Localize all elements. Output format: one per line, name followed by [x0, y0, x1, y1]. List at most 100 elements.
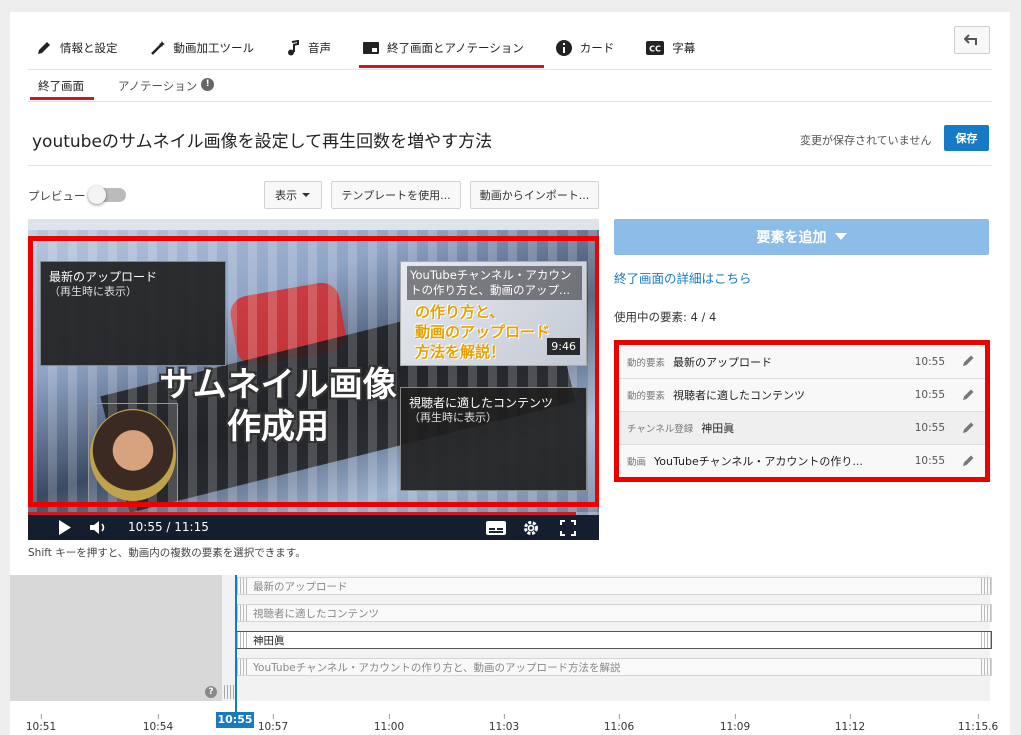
timeline-track[interactable]: 視聴者に適したコンテンツ: [236, 604, 992, 622]
track-label: 神田眞: [253, 634, 285, 647]
tab-info-settings[interactable]: 情報と設定: [34, 30, 132, 66]
track-end-handle[interactable]: [981, 605, 991, 621]
help-icon[interactable]: ?: [205, 686, 217, 698]
unsaved-status: 変更が保存されていません: [800, 134, 932, 147]
ruler-tick: 11:09: [719, 714, 751, 733]
track-start-handle[interactable]: [237, 578, 247, 594]
ruler-tick: 11:03: [488, 714, 520, 733]
ruler-tick: 10:51: [25, 714, 57, 733]
element-title: 視聴者に適したコンテンツ: [409, 396, 554, 410]
timeline-track[interactable]: 最新のアップロード: [236, 577, 992, 595]
tab-audio[interactable]: 音声: [284, 30, 345, 66]
fullscreen-icon[interactable]: [560, 520, 576, 536]
time-ruler: 10:51 10:54 10:57 11:00 11:03 11:06 11:0…: [10, 705, 1010, 735]
play-icon[interactable]: [58, 520, 72, 535]
end-screen-element-subscribe[interactable]: [88, 403, 178, 503]
end-screen-details-link[interactable]: 終了画面の詳細はこちら: [614, 268, 752, 287]
playhead[interactable]: [235, 575, 237, 715]
timeline-track-selected[interactable]: 神田眞: [236, 631, 992, 649]
info-icon: [555, 40, 572, 56]
volume-icon[interactable]: [90, 520, 108, 535]
subtab-annotations[interactable]: アノテーション !: [108, 74, 224, 100]
video-player[interactable]: サムネイル画像 作成用 最新のアップロード （再生時に表示） YouTubeチャ…: [28, 219, 599, 540]
end-screen-element-viewer-content[interactable]: 視聴者に適したコンテンツ （再生時に表示）: [400, 387, 587, 491]
back-arrow-icon: [964, 34, 977, 45]
screen-capture-browser-bar: [28, 219, 599, 230]
track-label: YouTubeチャンネル・アカウントの作り方と、動画のアップロード方法を解説: [253, 661, 621, 674]
current-time-badge: 10:55: [216, 712, 254, 728]
track-start-handle[interactable]: [237, 659, 247, 675]
add-element-label: 要素を追加: [756, 230, 827, 246]
tab-enhancements[interactable]: 動画加工ツール: [148, 30, 269, 66]
edit-pencil-icon[interactable]: [962, 454, 975, 467]
tab-label: 音声: [308, 41, 331, 55]
element-type: 動画: [627, 457, 647, 468]
element-name: YouTubeチャンネル・アカウントの作り...: [654, 455, 863, 468]
gear-icon[interactable]: [523, 520, 539, 536]
track-start-handle[interactable]: [237, 605, 247, 621]
track-start-handle[interactable]: [237, 632, 247, 648]
add-element-button[interactable]: 要素を追加: [614, 219, 989, 255]
track-end-handle[interactable]: [981, 659, 991, 675]
ruler-tick: 11:15.6: [957, 714, 999, 733]
list-item[interactable]: 動的要素 視聴者に適したコンテンツ 10:55: [619, 378, 985, 411]
element-time: 10:55: [914, 355, 945, 368]
main-tabs: 情報と設定 動画加工ツール 音声 終了画面とアノテーション カード CC 字幕: [34, 30, 725, 68]
editor-panel: 情報と設定 動画加工ツール 音声 終了画面とアノテーション カード CC 字幕 …: [10, 12, 1010, 735]
list-item[interactable]: 動画 YouTubeチャンネル・アカウントの作り... 10:55: [619, 444, 985, 477]
element-title: 最新のアップロード: [49, 270, 158, 284]
save-button[interactable]: 保存: [944, 125, 989, 151]
timeline-gutter: [10, 575, 222, 701]
end-screen-element-latest-upload[interactable]: 最新のアップロード （再生時に表示）: [40, 261, 226, 366]
element-type: チャンネル登録: [627, 424, 694, 435]
time-display: 10:55 / 11:15: [128, 520, 209, 534]
subtab-end-screen[interactable]: 終了画面: [28, 74, 94, 100]
track-label: 視聴者に適したコンテンツ: [253, 607, 379, 620]
back-button[interactable]: [954, 26, 990, 54]
divider: [28, 69, 992, 70]
end-screen-element-video[interactable]: YouTubeチャンネル・アカウントの作り方と、動画のアップ... の作り方と、…: [400, 261, 587, 366]
thumbnail-caption-text: サムネイル画像 作成用: [159, 365, 397, 447]
tab-cards[interactable]: カード: [554, 30, 629, 66]
edit-pencil-icon[interactable]: [962, 421, 975, 434]
preview-label: プレビュー: [28, 189, 86, 203]
edit-pencil-icon[interactable]: [962, 388, 975, 401]
subtab-label: 終了画面: [38, 79, 84, 93]
list-item[interactable]: チャンネル登録 神田眞 10:55: [619, 411, 985, 444]
element-name: 神田眞: [701, 422, 735, 435]
ruler-tick: 10:57: [257, 714, 289, 733]
edit-pencil-icon[interactable]: [962, 354, 975, 367]
timeline-track[interactable]: YouTubeチャンネル・アカウントの作り方と、動画のアップロード方法を解説: [236, 658, 992, 676]
show-dropdown-button[interactable]: 表示: [264, 181, 322, 209]
progress-fill: [28, 512, 577, 515]
element-list: 動的要素 最新のアップロード 10:55 動的要素 視聴者に適したコンテンツ 1…: [614, 340, 990, 482]
element-subtitle: （再生時に表示）: [49, 285, 137, 298]
use-template-button[interactable]: テンプレートを使用...: [331, 181, 461, 209]
subtitles-icon[interactable]: [486, 521, 506, 535]
element-time: 10:55: [914, 422, 945, 434]
element-name: 視聴者に適したコンテンツ: [673, 389, 806, 402]
import-from-video-button[interactable]: 動画からインポート...: [470, 181, 599, 209]
tab-label: 情報と設定: [60, 41, 118, 55]
track-end-handle[interactable]: [981, 632, 991, 648]
element-type: 動的要素: [627, 357, 666, 369]
tab-end-screen-annotations[interactable]: 終了画面とアノテーション: [359, 30, 544, 68]
timeline-scroll-handle[interactable]: [224, 685, 234, 699]
tab-label: 終了画面とアノテーション: [387, 41, 524, 55]
track-end-handle[interactable]: [981, 578, 991, 594]
shift-hint: Shift キーを押すと、動画内の複数の要素を選択できます。: [28, 547, 306, 559]
video-title: youtubeのサムネイル画像を設定して再生回数を増やす方法: [32, 132, 493, 152]
svg-text:CC: CC: [649, 45, 661, 54]
element-name: 最新のアップロード: [673, 355, 773, 369]
tab-subtitles[interactable]: CC 字幕: [644, 30, 709, 66]
ruler-tick: 11:12: [834, 714, 866, 733]
subtab-label: アノテーション: [118, 79, 198, 93]
tab-label: 動画加工ツール: [173, 41, 255, 55]
element-time: 10:55: [914, 389, 945, 401]
element-type: 動的要素: [627, 391, 666, 402]
cc-icon: CC: [646, 41, 665, 55]
progress-bar[interactable]: [28, 512, 599, 515]
list-item[interactable]: 動的要素 最新のアップロード 10:55: [619, 345, 985, 378]
preview-toggle[interactable]: [88, 186, 126, 204]
divider: [28, 165, 992, 166]
